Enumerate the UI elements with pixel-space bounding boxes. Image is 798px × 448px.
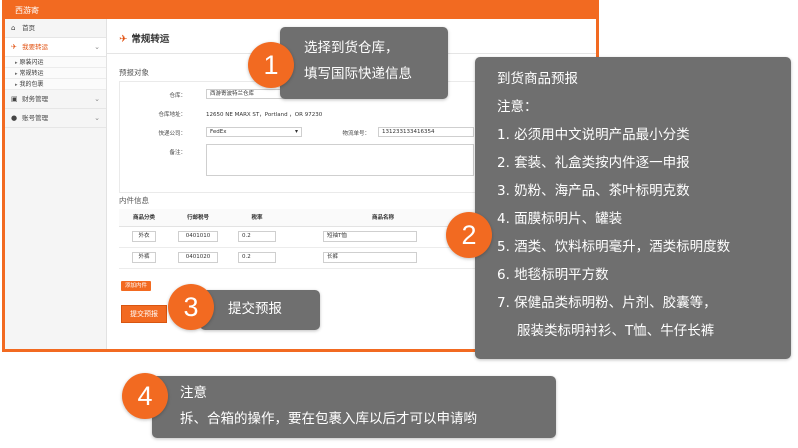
product-name-input[interactable]: 短袖T恤 — [323, 231, 417, 242]
sidebar-item-label: 账号管理 — [22, 114, 49, 122]
callout-1-line: 填写国际快递信息 — [304, 66, 412, 82]
wallet-icon: ▣ — [11, 95, 18, 103]
remark-textarea[interactable] — [206, 144, 474, 176]
forecast-section-label: 预报对象 — [119, 68, 149, 77]
sidebar-subitem-packages[interactable]: 我的包裹 — [5, 79, 106, 90]
home-icon: ⌂ — [11, 24, 16, 32]
tracking-label: 物流单号： — [342, 131, 370, 137]
tracking-input[interactable]: 131233133416354 — [378, 127, 474, 137]
items-table: 商品分类 行邮税号 税率 商品名称 外衣 0401010 0.2 短袖T恤 外裤… — [119, 209, 479, 269]
remark-label: 备注： — [169, 150, 186, 156]
category-button[interactable]: 外裤 — [132, 252, 156, 263]
sidebar-subitem-regular[interactable]: 常规转运 — [5, 68, 106, 79]
column-header: 行邮税号 — [169, 209, 227, 227]
brand-name: 西游寄 — [15, 6, 39, 15]
sidebar-subitem-flash[interactable]: 原装闪运 — [5, 57, 106, 68]
plane-icon: ✈ — [119, 34, 128, 45]
courier-select[interactable]: FedEx — [206, 127, 302, 137]
callout-2-line: 3. 奶粉、海产品、茶叶标明克数 — [497, 183, 690, 199]
callout-1-number: 1 — [248, 42, 294, 88]
warehouse-label: 仓库： — [169, 93, 186, 99]
callout-2-line: 5. 酒类、饮料标明毫升，酒类标明度数 — [497, 239, 731, 255]
callout-4-line: 拆、合箱的操作，要在包裹入库以后才可以申请哟 — [180, 411, 477, 427]
add-item-button[interactable]: 添加内件 — [121, 281, 152, 291]
chevron-down-icon: ⌄ — [94, 95, 100, 103]
items-section-label: 内件信息 — [119, 196, 149, 205]
callout-2-line: 7. 保健品类标明粉、片剂、胶囊等， — [497, 295, 717, 311]
category-button[interactable]: 外衣 — [132, 231, 156, 242]
sidebar-item-finance[interactable]: ▣ 财务管理 ⌄ — [5, 90, 106, 109]
sidebar-item-label: 首页 — [22, 24, 36, 32]
address-value: 12650 NE MARX ST，Portland ，OR 97230 — [206, 112, 323, 118]
callout-4-number: 4 — [122, 373, 168, 419]
tax-code-input[interactable]: 0401020 — [178, 252, 218, 263]
callout-2-line: 到货商品预报 — [497, 71, 578, 87]
callout-1-line: 选择到货仓库， — [304, 40, 399, 56]
tax-rate-input[interactable]: 0.2 — [238, 252, 276, 263]
sidebar-item-transfer[interactable]: ✈ 我要转运 ⌄ — [5, 38, 106, 57]
brand-bar: 西游寄 — [5, 3, 596, 19]
table-row: 外裤 0401020 0.2 长裤 — [119, 247, 479, 269]
callout-2-number: 2 — [446, 212, 492, 258]
chevron-down-icon: ⌄ — [94, 114, 100, 122]
callout-3-number: 3 — [168, 284, 214, 330]
callout-3-line: 提交预报 — [228, 301, 282, 317]
sidebar-item-account[interactable]: ● 账号管理 ⌄ — [5, 109, 106, 128]
sidebar-item-label: 财务管理 — [22, 95, 49, 103]
product-name-input[interactable]: 长裤 — [323, 252, 417, 263]
callout-2-box: 到货商品预报 注意： 1. 必须用中文说明产品最小分类 2. 套装、礼盒类按内件… — [475, 57, 791, 359]
chevron-down-icon: ⌄ — [94, 43, 100, 51]
address-label: 仓库地址： — [158, 112, 186, 118]
table-row: 外衣 0401010 0.2 短袖T恤 — [119, 226, 479, 248]
user-icon: ● — [11, 114, 18, 122]
callout-2-line: 6. 地毯标明平方数 — [497, 267, 609, 283]
submit-forecast-button[interactable]: 提交预报 — [121, 305, 167, 323]
tax-rate-input[interactable]: 0.2 — [238, 231, 276, 242]
callout-3-box: 提交预报 — [200, 290, 320, 330]
callout-2-line: 服装类标明衬衫、T恤、牛仔长裤 — [517, 323, 715, 339]
page-title: ✈ 常规转运 — [119, 34, 170, 45]
callout-2-line: 2. 套装、礼盒类按内件逐一申报 — [497, 155, 690, 171]
sidebar-item-home[interactable]: ⌂ 首页 — [5, 19, 106, 38]
callout-2-line: 注意： — [497, 99, 538, 115]
plane-icon: ✈ — [11, 43, 17, 51]
column-header: 商品分类 — [119, 209, 169, 227]
sidebar-item-label: 我要转运 — [22, 43, 49, 51]
callout-1-box: 选择到货仓库， 填写国际快递信息 — [280, 27, 448, 99]
callout-4-line: 注意 — [180, 385, 207, 401]
table-header-row: 商品分类 行邮税号 税率 商品名称 — [119, 209, 479, 227]
sidebar: ⌂ 首页 ✈ 我要转运 ⌄ 原装闪运 常规转运 我的包裹 ▣ 财务管理 ⌄ ● … — [5, 19, 107, 349]
callout-4-box: 注意 拆、合箱的操作，要在包裹入库以后才可以申请哟 — [152, 376, 556, 438]
tax-code-input[interactable]: 0401010 — [178, 231, 218, 242]
courier-label: 快递公司： — [158, 131, 186, 137]
column-header: 税率 — [227, 209, 287, 227]
callout-2-line: 1. 必须用中文说明产品最小分类 — [497, 127, 690, 143]
callout-2-line: 4. 面膜标明片、罐装 — [497, 211, 623, 227]
